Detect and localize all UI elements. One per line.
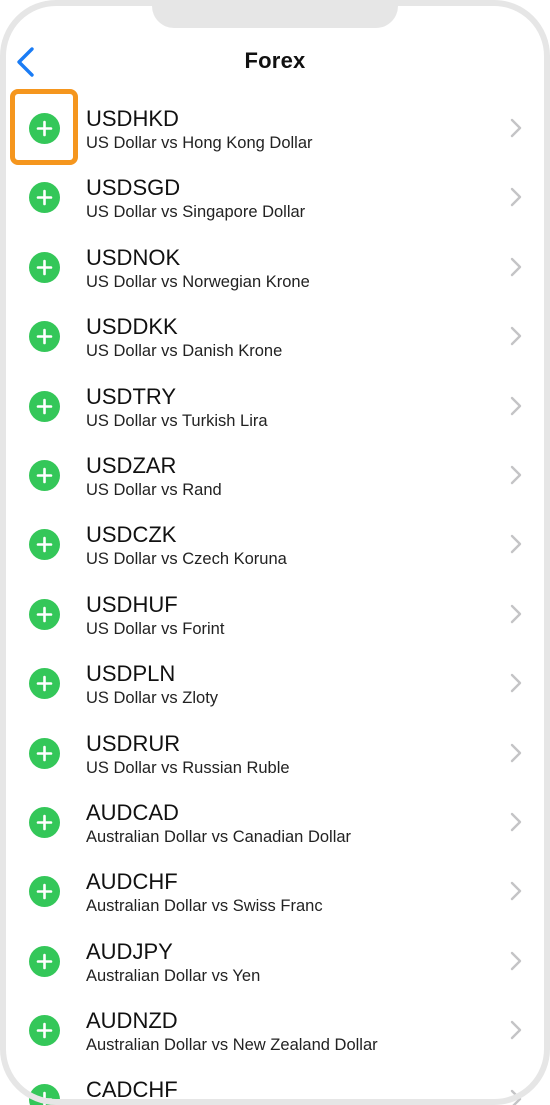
- list-item[interactable]: AUDCAD Australian Dollar vs Canadian Doll…: [0, 786, 550, 855]
- chevron-right-icon[interactable]: [509, 880, 523, 902]
- navigation-bar: Forex: [0, 38, 550, 86]
- list-item[interactable]: USDSGD US Dollar vs Singapore Dollar: [0, 161, 550, 230]
- list-item[interactable]: CADCHF: [0, 1063, 550, 1105]
- symbol-description: US Dollar vs Russian Ruble: [86, 758, 290, 777]
- chevron-right-icon[interactable]: [509, 256, 523, 278]
- symbol-name: USDDKK: [86, 314, 178, 340]
- chevron-right-icon[interactable]: [509, 672, 523, 694]
- add-symbol-button[interactable]: [29, 321, 60, 353]
- symbol-name: USDHUF: [86, 591, 178, 617]
- list-item[interactable]: AUDCHF Australian Dollar vs Swiss Franc: [0, 855, 550, 924]
- add-symbol-button[interactable]: [29, 945, 60, 977]
- symbol-description: Australian Dollar vs Canadian Dollar: [86, 827, 352, 846]
- symbol-name: USDCZK: [86, 522, 177, 548]
- plus-circle-icon: [36, 883, 53, 900]
- add-symbol-button[interactable]: [29, 113, 60, 144]
- chevron-right-icon[interactable]: [509, 533, 523, 555]
- list-item[interactable]: USDZAR US Dollar vs Rand: [0, 439, 550, 508]
- chevron-right-icon[interactable]: [509, 464, 523, 486]
- list-item[interactable]: USDCZK US Dollar vs Czech Koruna: [0, 508, 550, 577]
- chevron-right-icon[interactable]: [509, 603, 523, 625]
- add-symbol-button[interactable]: [29, 598, 60, 630]
- symbol-name: USDRUR: [86, 730, 181, 756]
- add-symbol-button[interactable]: [29, 806, 60, 838]
- symbol-name: USDHKD: [86, 106, 179, 131]
- plus-circle-icon: [36, 606, 53, 623]
- symbol-name: CADCHF: [86, 1077, 178, 1103]
- chevron-right-icon[interactable]: [509, 325, 523, 347]
- plus-circle-icon: [36, 1022, 53, 1039]
- add-symbol-button[interactable]: [29, 182, 60, 214]
- list-item[interactable]: AUDJPY Australian Dollar vs Yen: [0, 925, 550, 994]
- plus-circle-icon: [36, 814, 53, 831]
- add-symbol-button[interactable]: [29, 251, 60, 283]
- plus-circle-icon: [36, 745, 53, 761]
- plus-circle-icon: [36, 537, 53, 553]
- chevron-right-icon[interactable]: [509, 117, 523, 139]
- list-item[interactable]: USDNOK US Dollar vs Norwegian Krone: [0, 231, 550, 300]
- plus-circle-icon: [36, 1092, 53, 1105]
- list-item[interactable]: USDTRY US Dollar vs Turkish Lira: [0, 370, 550, 439]
- plus-circle-icon: [36, 120, 53, 137]
- symbol-name: AUDJPY: [86, 938, 173, 964]
- chevron-right-icon[interactable]: [509, 742, 523, 764]
- symbol-description: US Dollar vs Zloty: [86, 689, 219, 708]
- add-symbol-button[interactable]: [29, 668, 60, 700]
- add-symbol-button[interactable]: [29, 459, 60, 491]
- phone-notch: [152, 0, 398, 28]
- chevron-right-icon[interactable]: [509, 1019, 523, 1041]
- chevron-right-icon[interactable]: [509, 811, 523, 833]
- chevron-right-icon[interactable]: [509, 1088, 523, 1105]
- symbol-name: USDZAR: [86, 452, 177, 478]
- plus-circle-icon: [36, 190, 53, 206]
- symbol-name: USDPLN: [86, 661, 176, 687]
- list-item[interactable]: USDHUF US Dollar vs Forint: [0, 578, 550, 647]
- symbol-description: US Dollar vs Turkish Lira: [86, 411, 268, 430]
- plus-circle-icon: [36, 953, 53, 969]
- list-item[interactable]: USDRUR US Dollar vs Russian Ruble: [0, 717, 550, 786]
- page-title: Forex: [244, 48, 306, 73]
- list-item[interactable]: AUDNZD Australian Dollar vs New Zealand D…: [0, 994, 550, 1063]
- add-symbol-button[interactable]: [29, 737, 60, 769]
- symbol-description: US Dollar vs Singapore Dollar: [86, 203, 306, 222]
- symbol-name: AUDCAD: [86, 799, 179, 825]
- symbol-description: US Dollar vs Forint: [86, 619, 225, 638]
- symbol-name: USDNOK: [86, 244, 181, 270]
- plus-circle-icon: [36, 259, 53, 276]
- add-symbol-button[interactable]: [29, 390, 60, 422]
- chevron-right-icon[interactable]: [509, 950, 523, 972]
- plus-circle-icon: [36, 675, 53, 692]
- plus-circle-icon: [36, 398, 53, 414]
- symbol-description: US Dollar vs Rand: [86, 480, 222, 499]
- symbol-description: Australian Dollar vs Yen: [86, 966, 261, 985]
- chevron-right-icon[interactable]: [509, 186, 523, 208]
- add-symbol-button[interactable]: [29, 1015, 60, 1047]
- symbol-name: AUDNZD: [86, 1008, 178, 1034]
- symbol-description: US Dollar vs Norwegian Krone: [86, 272, 310, 291]
- chevron-right-icon[interactable]: [509, 395, 523, 417]
- phone-screen: Forex USDHKD US Dollar vs Hong Kong Dolla…: [0, 0, 550, 1105]
- symbol-description: US Dollar vs Hong Kong Dollar: [86, 134, 313, 152]
- symbol-name: USDSGD: [86, 175, 181, 201]
- add-symbol-button[interactable]: [29, 1084, 60, 1105]
- symbol-description: US Dollar vs Danish Krone: [86, 342, 283, 361]
- list-item[interactable]: USDDKK US Dollar vs Danish Krone: [0, 300, 550, 369]
- symbol-description: Australian Dollar vs New Zealand Dollar: [86, 1036, 378, 1055]
- symbol-name: USDTRY: [86, 383, 177, 409]
- symbol-description: US Dollar vs Czech Koruna: [86, 550, 287, 569]
- plus-circle-icon: [36, 467, 53, 484]
- list-item[interactable]: USDHKD US Dollar vs Hong Kong Dollar: [0, 92, 550, 161]
- add-symbol-button[interactable]: [29, 529, 60, 561]
- symbol-description: Australian Dollar vs Swiss Franc: [86, 897, 323, 916]
- plus-circle-icon: [36, 328, 53, 345]
- symbol-list: USDHKD US Dollar vs Hong Kong Dollar USDSG…: [0, 92, 550, 1105]
- symbol-name: AUDCHF: [86, 869, 178, 895]
- add-symbol-button[interactable]: [29, 876, 60, 908]
- list-item[interactable]: USDPLN US Dollar vs Zloty: [0, 647, 550, 716]
